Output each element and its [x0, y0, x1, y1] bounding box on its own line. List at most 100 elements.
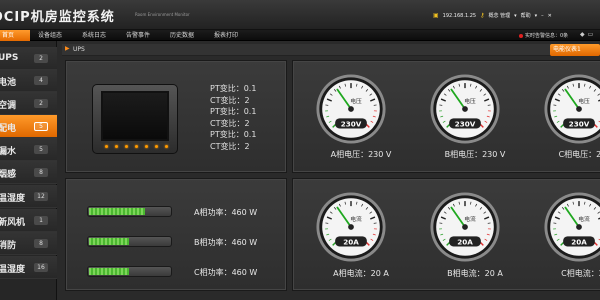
sidebar-item-temp-humidity[interactable]: 温湿度 12	[0, 185, 57, 208]
sidebar-item-fresh-air[interactable]: 新风机 1	[0, 209, 57, 232]
gauge-readout: 230V	[569, 119, 590, 128]
nav-report-print[interactable]: 报表打印	[214, 30, 238, 41]
sidebar-item-label: 空调	[0, 101, 17, 111]
current-gauge: 电流20A	[544, 192, 600, 262]
voltage-gauge: 电压230V	[316, 74, 386, 144]
sidebar-item-label: 新风机	[0, 218, 26, 228]
alarm-dot-icon	[519, 33, 523, 38]
gauge-hub	[462, 106, 468, 112]
ratio-text: CT变比：2	[210, 142, 250, 151]
sidebar-item-ac[interactable]: 空调 2	[0, 92, 57, 115]
gauge-readout: 20A	[457, 237, 473, 246]
monitor-icon: ▣	[433, 12, 439, 19]
led-icon	[135, 145, 138, 148]
power-meter-device	[92, 84, 178, 154]
sidebar-item-label: 温湿度	[0, 194, 26, 204]
gauge-readout: 230V	[341, 119, 362, 128]
ratio-text: PT变比：0.1	[210, 107, 257, 116]
breadcrumb-text: UPS	[73, 46, 85, 53]
main-nav: 首页 设备组态 系统日志 告警事件 历史数据 报表打印 实时告警信息：0条 ◆▭	[0, 30, 600, 41]
sidebar-item-fire[interactable]: 消防 8	[0, 232, 57, 255]
power-caption: B相功率：460 W	[194, 238, 258, 247]
power-bar	[87, 206, 172, 217]
help-link[interactable]: 帮助	[521, 12, 531, 19]
user-menu[interactable]: 概念 管理	[488, 12, 510, 19]
fullscreen-icon[interactable]: ▭	[588, 31, 597, 38]
sidebar-item-ups[interactable]: UPS 2	[0, 47, 57, 70]
power-bar	[87, 266, 172, 277]
gauge-caption: A相电压：230 V	[330, 150, 392, 159]
sidebar-item-water-leak[interactable]: 漏水 5	[0, 138, 57, 161]
count-badge: 5	[34, 122, 48, 131]
gauge-hub	[462, 224, 468, 230]
count-badge: 12	[34, 192, 48, 201]
gauge-readout: 20A	[343, 237, 359, 246]
nav-home[interactable]: 首页	[0, 30, 30, 41]
sidebar-item-smoke[interactable]: 烟感 8	[0, 161, 57, 184]
top-bar: DCIP机房监控系统 Room Environment Monitor ▣ 19…	[0, 0, 600, 30]
count-badge: 5	[34, 145, 48, 154]
sidebar-item-temp-humidity-2[interactable]: 温湿度 16	[0, 256, 57, 279]
nav-device-config[interactable]: 设备组态	[38, 30, 62, 41]
alarm-text: 实时告警信息：0条	[525, 33, 569, 39]
gauge-hub	[348, 224, 354, 230]
power-bar-fill	[89, 268, 129, 275]
gauge-caption: B相电流：20 A	[447, 269, 503, 278]
sidebar-item-battery[interactable]: 电池 4	[0, 69, 57, 92]
sidebar-item-label: 配电	[0, 124, 17, 134]
count-badge: 2	[34, 54, 48, 63]
current-gauge: 电流20A	[316, 192, 386, 262]
arrow-right-icon: ▶	[65, 45, 70, 52]
sidebar: UPS 2 电池 4 空调 2 配电 5 漏水 5 烟感 8 温湿度 12 新风机 1 消防 8 …	[0, 41, 57, 300]
gauge-hub	[576, 106, 582, 112]
led-icon	[145, 145, 148, 148]
gauge-hub	[348, 106, 354, 112]
speaker-icon[interactable]: ◆	[580, 31, 588, 38]
gauge-readout: 20A	[571, 237, 587, 246]
nav-system-log[interactable]: 系统日志	[82, 30, 106, 41]
user-dropdown-icon[interactable]: ▾	[514, 13, 517, 19]
meter-screen	[101, 91, 169, 141]
sidebar-item-label: 烟感	[0, 170, 17, 180]
gauge-hub	[576, 224, 582, 230]
minimize-icon[interactable]: –	[541, 13, 544, 19]
ratio-text: CT变比：2	[210, 96, 250, 105]
ratio-text: CT变比：2	[210, 119, 250, 128]
count-badge: 8	[34, 239, 48, 248]
count-badge: 2	[34, 99, 48, 108]
gauge-caption: A相电流：20 A	[333, 269, 389, 278]
alarm-status[interactable]: 实时告警信息：0条	[519, 32, 568, 39]
nav-icons: ◆▭	[580, 31, 596, 38]
power-caption: C相功率：460 W	[194, 268, 258, 277]
current-gauge: 电流20A	[430, 192, 500, 262]
meter-select-button[interactable]: 电能仪表1	[550, 44, 600, 56]
gauge-caption: C相电流：20 A	[561, 269, 600, 278]
nav-alarm-events[interactable]: 告警事件	[126, 30, 150, 41]
led-icon	[165, 145, 168, 148]
close-icon[interactable]: ✕	[548, 13, 552, 19]
sidebar-item-label: 漏水	[0, 147, 17, 157]
led-icon	[155, 145, 158, 148]
key-icon: ⚷	[480, 12, 485, 19]
power-bar	[87, 236, 172, 247]
ip-address: 192.168.1.25	[442, 12, 477, 19]
gauge-caption: B相电压：230 V	[444, 150, 506, 159]
app-title: DCIP机房监控系统	[0, 10, 115, 25]
sidebar-item-label: 电池	[0, 78, 17, 88]
breadcrumb: ▶ UPS	[62, 44, 600, 56]
led-icon	[125, 145, 128, 148]
led-icon	[115, 145, 118, 148]
ratio-text: PT变比：0.1	[210, 130, 257, 139]
power-bar-fill	[89, 238, 129, 245]
sidebar-item-label: 消防	[0, 241, 17, 251]
power-caption: A相功率：460 W	[194, 208, 258, 217]
gauge-readout: 230V	[455, 119, 476, 128]
sidebar-item-power-distribution[interactable]: 配电 5	[0, 115, 57, 138]
count-badge: 1	[34, 216, 48, 225]
nav-history-data[interactable]: 历史数据	[170, 30, 194, 41]
help-dropdown-icon[interactable]: ▾	[535, 13, 538, 19]
sidebar-item-label: 温湿度	[0, 265, 26, 275]
gauge-caption: C相电压：230 V	[558, 150, 600, 159]
ratio-text: PT变比：0.1	[210, 84, 257, 93]
power-bar-fill	[89, 208, 146, 215]
